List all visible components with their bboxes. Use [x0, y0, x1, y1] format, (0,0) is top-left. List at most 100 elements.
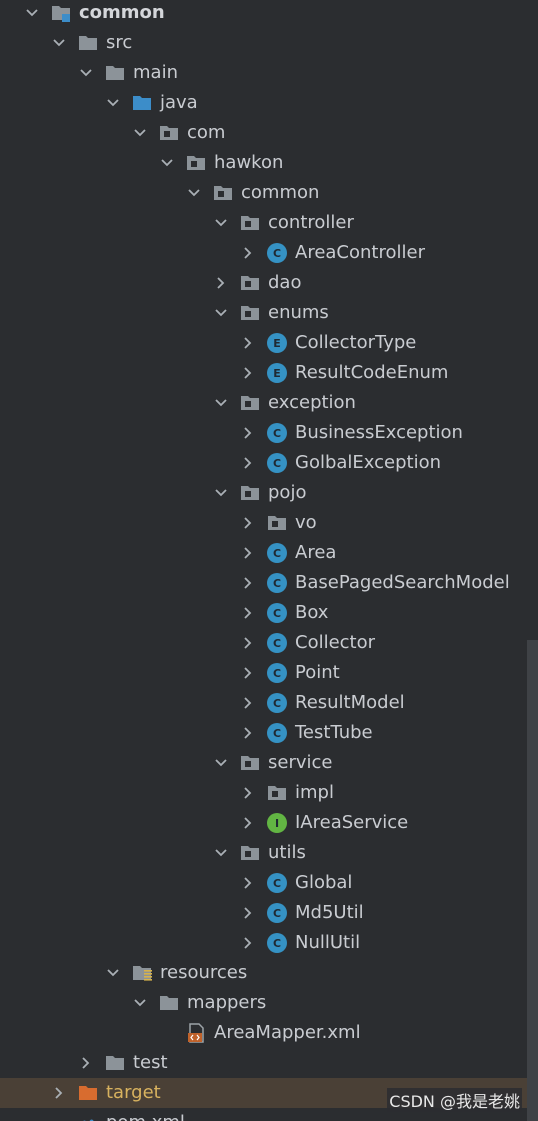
tree-item-label: common	[79, 2, 165, 23]
svg-text:C: C	[273, 457, 281, 470]
tree-row[interactable]: test	[0, 1048, 538, 1078]
chevron-down-icon[interactable]	[186, 178, 202, 208]
tree-row[interactable]: enums	[0, 298, 538, 328]
chevron-right-icon[interactable]	[240, 328, 256, 358]
chevron-right-icon[interactable]	[240, 508, 256, 538]
tree-row[interactable]: impl	[0, 778, 538, 808]
chevron-right-icon[interactable]	[240, 448, 256, 478]
tree-row[interactable]: dao	[0, 268, 538, 298]
chevron-right-icon[interactable]	[213, 268, 229, 298]
chevron-right-icon[interactable]	[240, 658, 256, 688]
chevron-down-icon[interactable]	[159, 148, 175, 178]
chevron-down-icon[interactable]	[213, 298, 229, 328]
tree-row[interactable]: C GolbalException	[0, 448, 538, 478]
folder-icon	[77, 32, 99, 54]
chevron-down-icon[interactable]	[213, 748, 229, 778]
chevron-right-icon[interactable]	[240, 568, 256, 598]
tree-row[interactable]: common	[0, 0, 538, 28]
chevron-down-icon[interactable]	[213, 838, 229, 868]
tree-row[interactable]: C Global	[0, 868, 538, 898]
tree-row[interactable]: C Area	[0, 538, 538, 568]
tree-row[interactable]: common	[0, 178, 538, 208]
tree-row[interactable]: utils	[0, 838, 538, 868]
tree-row[interactable]: resources	[0, 958, 538, 988]
tree-row[interactable]: controller	[0, 208, 538, 238]
tree-row[interactable]: src	[0, 28, 538, 58]
chevron-right-icon[interactable]	[240, 778, 256, 808]
svg-text:C: C	[273, 937, 281, 950]
tree-row[interactable]: I IAreaService	[0, 808, 538, 838]
chevron-down-icon[interactable]	[105, 88, 121, 118]
chevron-right-icon[interactable]	[51, 1078, 67, 1108]
chevron-right-icon[interactable]	[240, 538, 256, 568]
chevron-right-icon[interactable]	[240, 928, 256, 958]
tree-row[interactable]: main	[0, 58, 538, 88]
chevron-right-icon[interactable]	[240, 628, 256, 658]
chevron-down-icon[interactable]	[213, 388, 229, 418]
tree-item-label: CollectorType	[295, 332, 417, 353]
package-icon	[239, 212, 261, 234]
tree-row[interactable]: C AreaController	[0, 238, 538, 268]
chevron-right-icon[interactable]	[240, 238, 256, 268]
class-icon: C	[266, 452, 288, 474]
chevron-down-icon[interactable]	[132, 988, 148, 1018]
svg-text:C: C	[273, 427, 281, 440]
module-folder-icon	[50, 2, 72, 24]
tree-item-label: src	[106, 32, 133, 53]
tree-row[interactable]: C BasePagedSearchModel	[0, 568, 538, 598]
tree-row[interactable]: C Md5Util	[0, 898, 538, 928]
tree-row[interactable]: E CollectorType	[0, 328, 538, 358]
tree-row[interactable]: C BusinessException	[0, 418, 538, 448]
enum-icon: E	[266, 362, 288, 384]
chevron-down-icon[interactable]	[132, 118, 148, 148]
tree-item-label: com	[187, 122, 226, 143]
tree-item-label: resources	[160, 962, 248, 983]
tree-row[interactable]: C Collector	[0, 628, 538, 658]
chevron-right-icon[interactable]	[240, 718, 256, 748]
chevron-right-icon[interactable]	[240, 868, 256, 898]
tree-row[interactable]: hawkon	[0, 148, 538, 178]
tree-row[interactable]: java	[0, 88, 538, 118]
class-icon: C	[266, 542, 288, 564]
chevron-down-icon[interactable]	[213, 478, 229, 508]
chevron-right-icon[interactable]	[240, 688, 256, 718]
class-icon: C	[266, 422, 288, 444]
class-icon: C	[266, 242, 288, 264]
package-icon	[158, 122, 180, 144]
tree-row[interactable]: E ResultCodeEnum	[0, 358, 538, 388]
tree-row[interactable]: com	[0, 118, 538, 148]
package-icon	[239, 392, 261, 414]
chevron-down-icon[interactable]	[78, 58, 94, 88]
tree-row[interactable]: C Box	[0, 598, 538, 628]
tree-item-label: Collector	[295, 632, 376, 653]
chevron-right-icon[interactable]	[240, 598, 256, 628]
tree-row[interactable]: vo	[0, 508, 538, 538]
tree-item-label: NullUtil	[295, 932, 361, 953]
chevron-down-icon[interactable]	[213, 208, 229, 238]
chevron-right-icon[interactable]	[240, 898, 256, 928]
svg-text:C: C	[273, 667, 281, 680]
tree-row[interactable]: AreaMapper.xml	[0, 1018, 538, 1048]
watermark: CSDN @我是老姚	[387, 1088, 522, 1112]
vertical-scrollbar[interactable]	[527, 640, 538, 1121]
tree-item-label: target	[106, 1082, 161, 1103]
tree-row[interactable]: service	[0, 748, 538, 778]
chevron-right-icon[interactable]	[78, 1048, 94, 1078]
tree-item-label: ResultCodeEnum	[295, 362, 449, 383]
tree-row[interactable]: C NullUtil	[0, 928, 538, 958]
chevron-right-icon[interactable]	[240, 358, 256, 388]
chevron-down-icon[interactable]	[51, 28, 67, 58]
chevron-down-icon[interactable]	[105, 958, 121, 988]
tree-item-label: service	[268, 752, 333, 773]
chevron-right-icon[interactable]	[240, 418, 256, 448]
project-tree[interactable]: common src main java com hawkon common controll…	[0, 0, 538, 1121]
tree-row[interactable]: pojo	[0, 478, 538, 508]
chevron-down-icon[interactable]	[24, 0, 40, 28]
tree-row[interactable]: mappers	[0, 988, 538, 1018]
tree-row[interactable]: C Point	[0, 658, 538, 688]
tree-row[interactable]: exception	[0, 388, 538, 418]
chevron-right-icon[interactable]	[240, 808, 256, 838]
tree-row[interactable]: C ResultModel	[0, 688, 538, 718]
tree-item-label: controller	[268, 212, 354, 233]
tree-row[interactable]: C TestTube	[0, 718, 538, 748]
